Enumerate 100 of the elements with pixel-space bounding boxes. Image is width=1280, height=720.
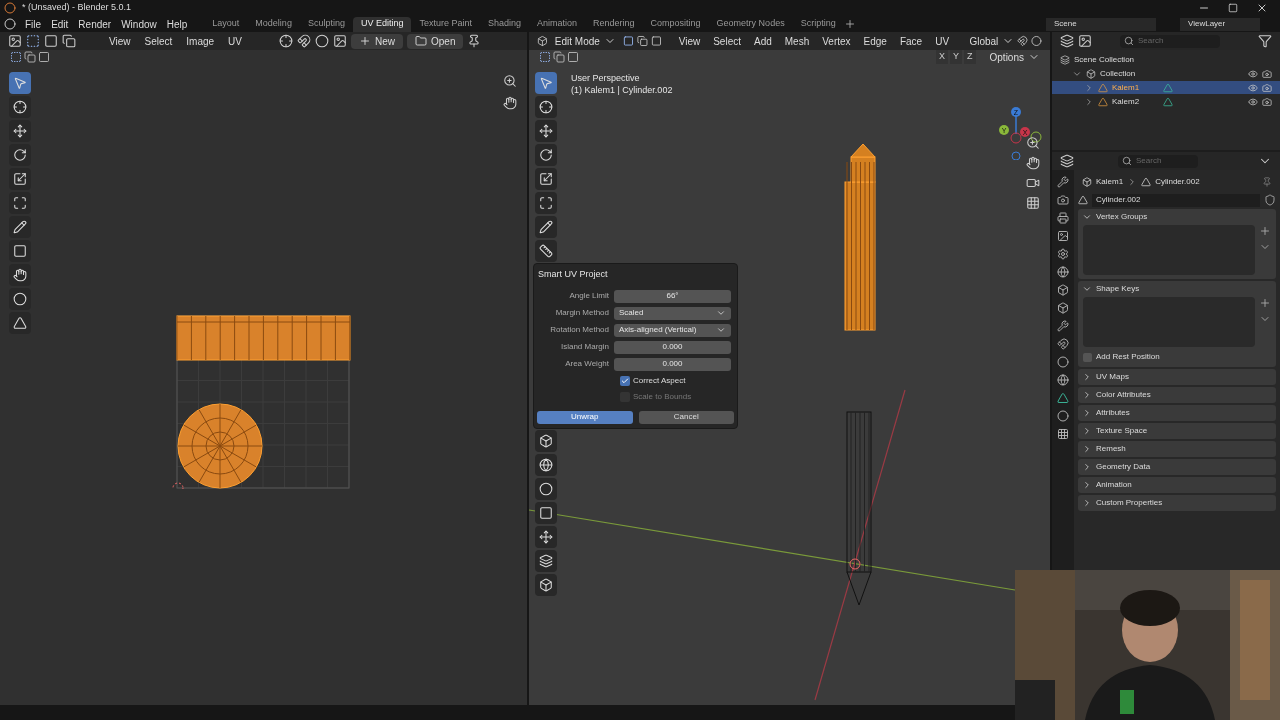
vertex-select-icon[interactable] — [622, 34, 634, 48]
tool-button[interactable] — [535, 168, 557, 190]
tool-button[interactable] — [9, 168, 31, 190]
menu-item[interactable]: Select — [139, 33, 178, 49]
tool-button[interactable] — [535, 502, 557, 524]
globe-icon[interactable] — [1057, 266, 1069, 278]
workspace-tab[interactable]: Geometry Nodes — [708, 16, 793, 32]
menu-item[interactable]: Face — [894, 33, 928, 49]
panel-header[interactable]: Vertex Groups — [1078, 209, 1276, 225]
tool-button[interactable] — [9, 120, 31, 142]
panel-header[interactable]: Texture Space — [1078, 423, 1276, 439]
gear-icon[interactable] — [1057, 248, 1069, 260]
workspace-tab[interactable]: UV Editing — [352, 16, 412, 32]
panel-header[interactable]: Color Attributes — [1078, 387, 1276, 403]
wrench-icon[interactable] — [1057, 320, 1069, 332]
proportional-icon[interactable] — [1031, 34, 1042, 48]
camera-icon[interactable] — [1262, 68, 1272, 79]
tool-button[interactable] — [535, 430, 557, 452]
add-workspace-icon[interactable] — [843, 18, 856, 30]
workspace-tab[interactable]: Layout — [204, 16, 248, 32]
menu-item[interactable]: UV — [223, 33, 247, 49]
filter-view-icon[interactable] — [1078, 34, 1092, 48]
dropdown-field[interactable]: Axis-aligned (Vertical) — [614, 323, 731, 337]
snap-icon[interactable] — [1017, 34, 1029, 48]
menu-item[interactable]: Image — [181, 33, 220, 49]
select-new-icon[interactable] — [539, 51, 551, 63]
tool-button[interactable] — [535, 240, 557, 262]
open-image-button[interactable]: Open — [407, 33, 464, 49]
tool-button[interactable] — [9, 216, 31, 238]
image-icon[interactable] — [333, 34, 347, 48]
scene-field[interactable]: Scene — [1046, 17, 1156, 31]
menu-item[interactable]: Add — [748, 33, 777, 49]
dropdown-field[interactable]: Scaled — [614, 306, 731, 320]
outliner-row[interactable]: Collection — [1052, 67, 1280, 80]
new-image-button[interactable]: New — [351, 33, 403, 49]
filter-icon[interactable] — [1258, 34, 1272, 48]
printer-icon[interactable] — [1057, 212, 1069, 224]
menu-item[interactable]: Mesh — [779, 33, 815, 49]
camera-icon[interactable] — [1262, 82, 1272, 93]
mesh-icon[interactable] — [1057, 392, 1069, 404]
mesh-icon[interactable] — [1078, 195, 1088, 205]
checkbox[interactable] — [620, 375, 630, 386]
panel-header[interactable]: Shape Keys — [1078, 281, 1276, 297]
mirror-axis-toggle[interactable]: Z — [964, 50, 976, 64]
select-subtract-icon[interactable] — [567, 51, 579, 63]
tool-button[interactable] — [535, 526, 557, 548]
menu-item[interactable]: Select — [708, 33, 746, 49]
outliner-row[interactable]: Scene Collection — [1052, 53, 1280, 66]
menu-item[interactable]: File — [20, 16, 47, 32]
camera-icon[interactable] — [1262, 96, 1272, 107]
circle-icon[interactable] — [1057, 356, 1069, 368]
camera-icon[interactable] — [1057, 194, 1069, 206]
tool-button[interactable] — [9, 192, 31, 214]
orientation-dropdown[interactable]: Global — [969, 33, 1015, 49]
panel-header[interactable]: UV Maps — [1078, 369, 1276, 385]
sync-selection-icon[interactable] — [26, 34, 40, 48]
box-icon[interactable] — [1057, 284, 1069, 296]
outliner-row[interactable]: Kalem2 — [1052, 95, 1280, 108]
select-subtract-icon[interactable] — [38, 51, 50, 63]
circle-icon[interactable] — [1057, 410, 1069, 422]
eye-icon[interactable] — [1248, 82, 1258, 93]
panel-header[interactable]: Attributes — [1078, 405, 1276, 421]
mesh-name-field[interactable]: Cylinder.002 — [1092, 193, 1260, 207]
panel-header[interactable]: Geometry Data — [1078, 459, 1276, 475]
edge-mode-icon[interactable] — [62, 34, 76, 48]
tool-button[interactable] — [535, 550, 557, 572]
display-mode-icon[interactable] — [1060, 34, 1074, 48]
mirror-axis-toggle[interactable]: Y — [950, 50, 963, 64]
pin-icon[interactable] — [467, 34, 482, 48]
workspace-tab[interactable]: Modeling — [247, 16, 300, 32]
workspace-tab[interactable]: Rendering — [585, 16, 643, 32]
panel-header[interactable]: Animation — [1078, 477, 1276, 493]
add-icon[interactable] — [1259, 297, 1271, 309]
workspace-tab[interactable]: Sculpting — [299, 16, 353, 32]
perspective-icon[interactable] — [1026, 196, 1040, 210]
tool-button[interactable] — [535, 454, 557, 476]
dialog-button[interactable]: Unwrap — [537, 410, 633, 424]
select-extend-icon[interactable] — [24, 51, 36, 63]
options-dropdown[interactable]: Options — [989, 49, 1040, 65]
editor-type-icon[interactable] — [537, 34, 548, 48]
checkbox[interactable] — [1083, 352, 1092, 362]
mirror-axis-toggle[interactable]: X — [936, 50, 948, 64]
tool-button[interactable] — [535, 144, 557, 166]
tool-button[interactable] — [9, 96, 31, 118]
menu-item[interactable]: Edit — [46, 16, 74, 32]
eye-icon[interactable] — [1248, 96, 1258, 107]
menu-item[interactable]: View — [673, 33, 706, 49]
image-icon[interactable] — [1057, 230, 1069, 242]
snap-icon[interactable] — [297, 34, 311, 48]
tool-button[interactable] — [9, 264, 31, 286]
menu-item[interactable]: Vertex — [817, 33, 856, 49]
tool-button[interactable] — [9, 288, 31, 310]
tool-button[interactable] — [9, 312, 31, 334]
proportional-icon[interactable] — [315, 34, 329, 48]
tool-button[interactable] — [535, 216, 557, 238]
menu-item[interactable]: Render — [73, 16, 117, 32]
face-select-icon[interactable] — [650, 34, 662, 48]
pan-icon[interactable] — [1026, 156, 1040, 170]
zoom-icon[interactable] — [503, 74, 517, 88]
tool-button[interactable] — [535, 192, 557, 214]
